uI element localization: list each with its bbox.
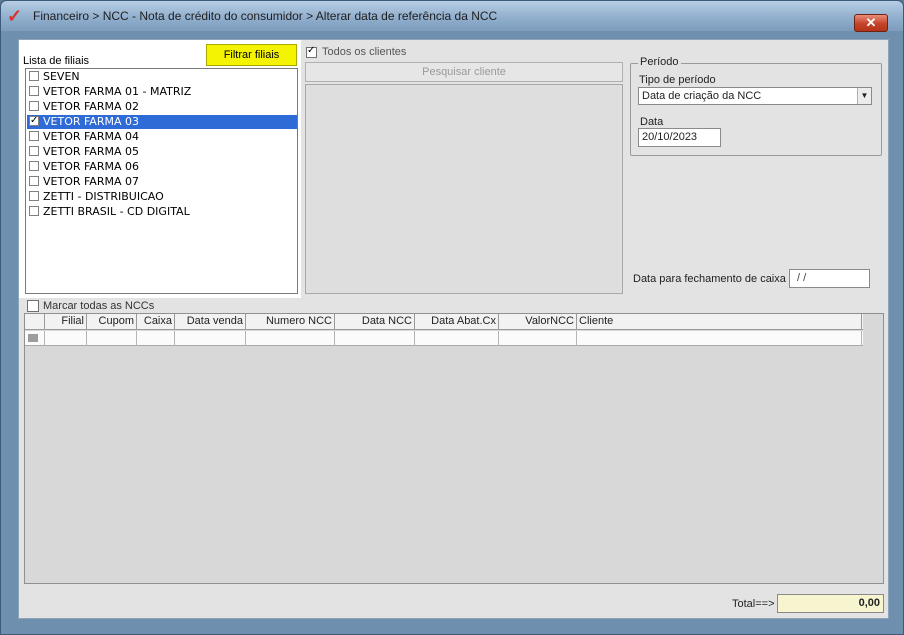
filial-label: VETOR FARMA 03	[43, 115, 139, 128]
grid-cell[interactable]	[335, 331, 415, 346]
filial-checkbox[interactable]	[29, 161, 39, 171]
filial-item[interactable]: VETOR FARMA 02	[27, 100, 297, 114]
filiais-label: Lista de filiais	[23, 55, 90, 67]
tipo-periodo-select[interactable]: Data de criação da NCC ▼	[638, 87, 872, 105]
filial-checkbox[interactable]	[29, 206, 39, 216]
filial-label: SEVEN	[43, 70, 80, 83]
window-title: Financeiro > NCC - Nota de crédito do co…	[33, 9, 498, 23]
fechamento-caixa-input[interactable]: / /	[789, 269, 870, 288]
column-header[interactable]: Cliente	[577, 314, 862, 330]
app-check-icon: ✓	[7, 6, 23, 26]
filter-filiais-button[interactable]: Filtrar filiais	[206, 44, 297, 66]
filial-item[interactable]: VETOR FARMA 01 - MATRIZ	[27, 85, 297, 99]
filial-label: VETOR FARMA 01 - MATRIZ	[43, 85, 192, 98]
marcar-todas-label: Marcar todas as NCCs	[43, 300, 155, 312]
data-label: Data	[640, 116, 664, 128]
tipo-periodo-value: Data de criação da NCC	[642, 90, 762, 102]
column-header[interactable]: Caixa	[137, 314, 175, 330]
grid-cell[interactable]	[415, 331, 499, 346]
filial-label: ZETTI BRASIL - CD DIGITAL	[43, 205, 190, 218]
search-client-button[interactable]: Pesquisar cliente	[305, 62, 623, 82]
filial-checkbox[interactable]	[29, 191, 39, 201]
filiais-panel: Lista de filiais Filtrar filiais SEVEN VE…	[19, 40, 301, 298]
grid-cell[interactable]	[499, 331, 577, 346]
filial-checkbox[interactable]	[29, 131, 39, 141]
filial-label: VETOR FARMA 05	[43, 145, 139, 158]
tipo-periodo-label: Tipo de período	[639, 74, 716, 86]
data-input[interactable]: 20/10/2023	[638, 128, 721, 147]
filial-checkbox[interactable]	[29, 101, 39, 111]
grid-corner	[25, 314, 45, 330]
column-header[interactable]: ValorNCC	[499, 314, 577, 330]
filial-label: ZETTI - DISTRIBUICAO	[43, 190, 164, 203]
filial-label: VETOR FARMA 06	[43, 160, 139, 173]
filial-checkbox[interactable]	[29, 86, 39, 96]
filial-checkbox[interactable]	[29, 71, 39, 81]
filial-item[interactable]: SEVEN	[27, 70, 297, 84]
filial-checkbox[interactable]	[29, 146, 39, 156]
filial-label: VETOR FARMA 07	[43, 175, 139, 188]
periodo-legend: Período	[638, 56, 681, 68]
filial-item[interactable]: VETOR FARMA 05	[27, 145, 297, 159]
filial-label: VETOR FARMA 02	[43, 100, 139, 113]
periodo-group: Período Tipo de período Data de criação …	[630, 56, 882, 156]
app-window: ✓ Financeiro > NCC - Nota de crédito do …	[0, 0, 904, 635]
grid-cell[interactable]	[87, 331, 137, 346]
table-row[interactable]	[25, 331, 863, 346]
grid-cell[interactable]	[137, 331, 175, 346]
filial-item[interactable]: VETOR FARMA 04	[27, 130, 297, 144]
close-button[interactable]: ✕	[854, 14, 888, 32]
grid-cell[interactable]	[45, 331, 87, 346]
todos-clientes-label: Todos os clientes	[322, 46, 407, 58]
ncc-grid[interactable]: Filial Cupom Caixa Data venda Numero NCC Data…	[24, 313, 884, 584]
chevron-down-icon[interactable]: ▼	[857, 88, 871, 104]
filial-label: VETOR FARMA 04	[43, 130, 139, 143]
column-header[interactable]: Numero NCC	[246, 314, 335, 330]
grid-cell[interactable]	[25, 331, 45, 346]
column-header[interactable]: Data Abat.Cx	[415, 314, 499, 330]
total-label: Total==>	[732, 598, 775, 610]
todos-clientes-checkbox[interactable]	[306, 45, 317, 58]
column-header[interactable]: Data venda	[175, 314, 246, 330]
filial-item[interactable]: VETOR FARMA 06	[27, 160, 297, 174]
filial-item[interactable]: ZETTI BRASIL - CD DIGITAL	[27, 205, 297, 219]
filial-checkbox[interactable]	[29, 114, 39, 128]
filial-item[interactable]: ZETTI - DISTRIBUICAO	[27, 190, 297, 204]
filiais-list[interactable]: SEVEN VETOR FARMA 01 - MATRIZ VETOR FARMA …	[25, 68, 298, 294]
grid-header: Filial Cupom Caixa Data venda Numero NCC Data…	[25, 314, 863, 330]
title-bar[interactable]: ✓ Financeiro > NCC - Nota de crédito do …	[1, 1, 903, 32]
column-header[interactable]: Cupom	[87, 314, 137, 330]
filial-checkbox[interactable]	[29, 176, 39, 186]
fechamento-caixa-label: Data para fechamento de caixa	[633, 273, 786, 285]
clientes-list[interactable]	[305, 84, 623, 294]
grid-cell[interactable]	[246, 331, 335, 346]
filial-item[interactable]: VETOR FARMA 07	[27, 175, 297, 189]
form-body: Lista de filiais Filtrar filiais SEVEN VE…	[18, 39, 889, 619]
total-value: 0,00	[777, 594, 884, 613]
marcar-todas-checkbox[interactable]	[27, 300, 39, 312]
column-header[interactable]: Filial	[45, 314, 87, 330]
column-header[interactable]: Data NCC	[335, 314, 415, 330]
filial-item[interactable]: VETOR FARMA 03	[27, 114, 297, 129]
grid-cell[interactable]	[577, 331, 862, 346]
grid-cell[interactable]	[175, 331, 246, 346]
